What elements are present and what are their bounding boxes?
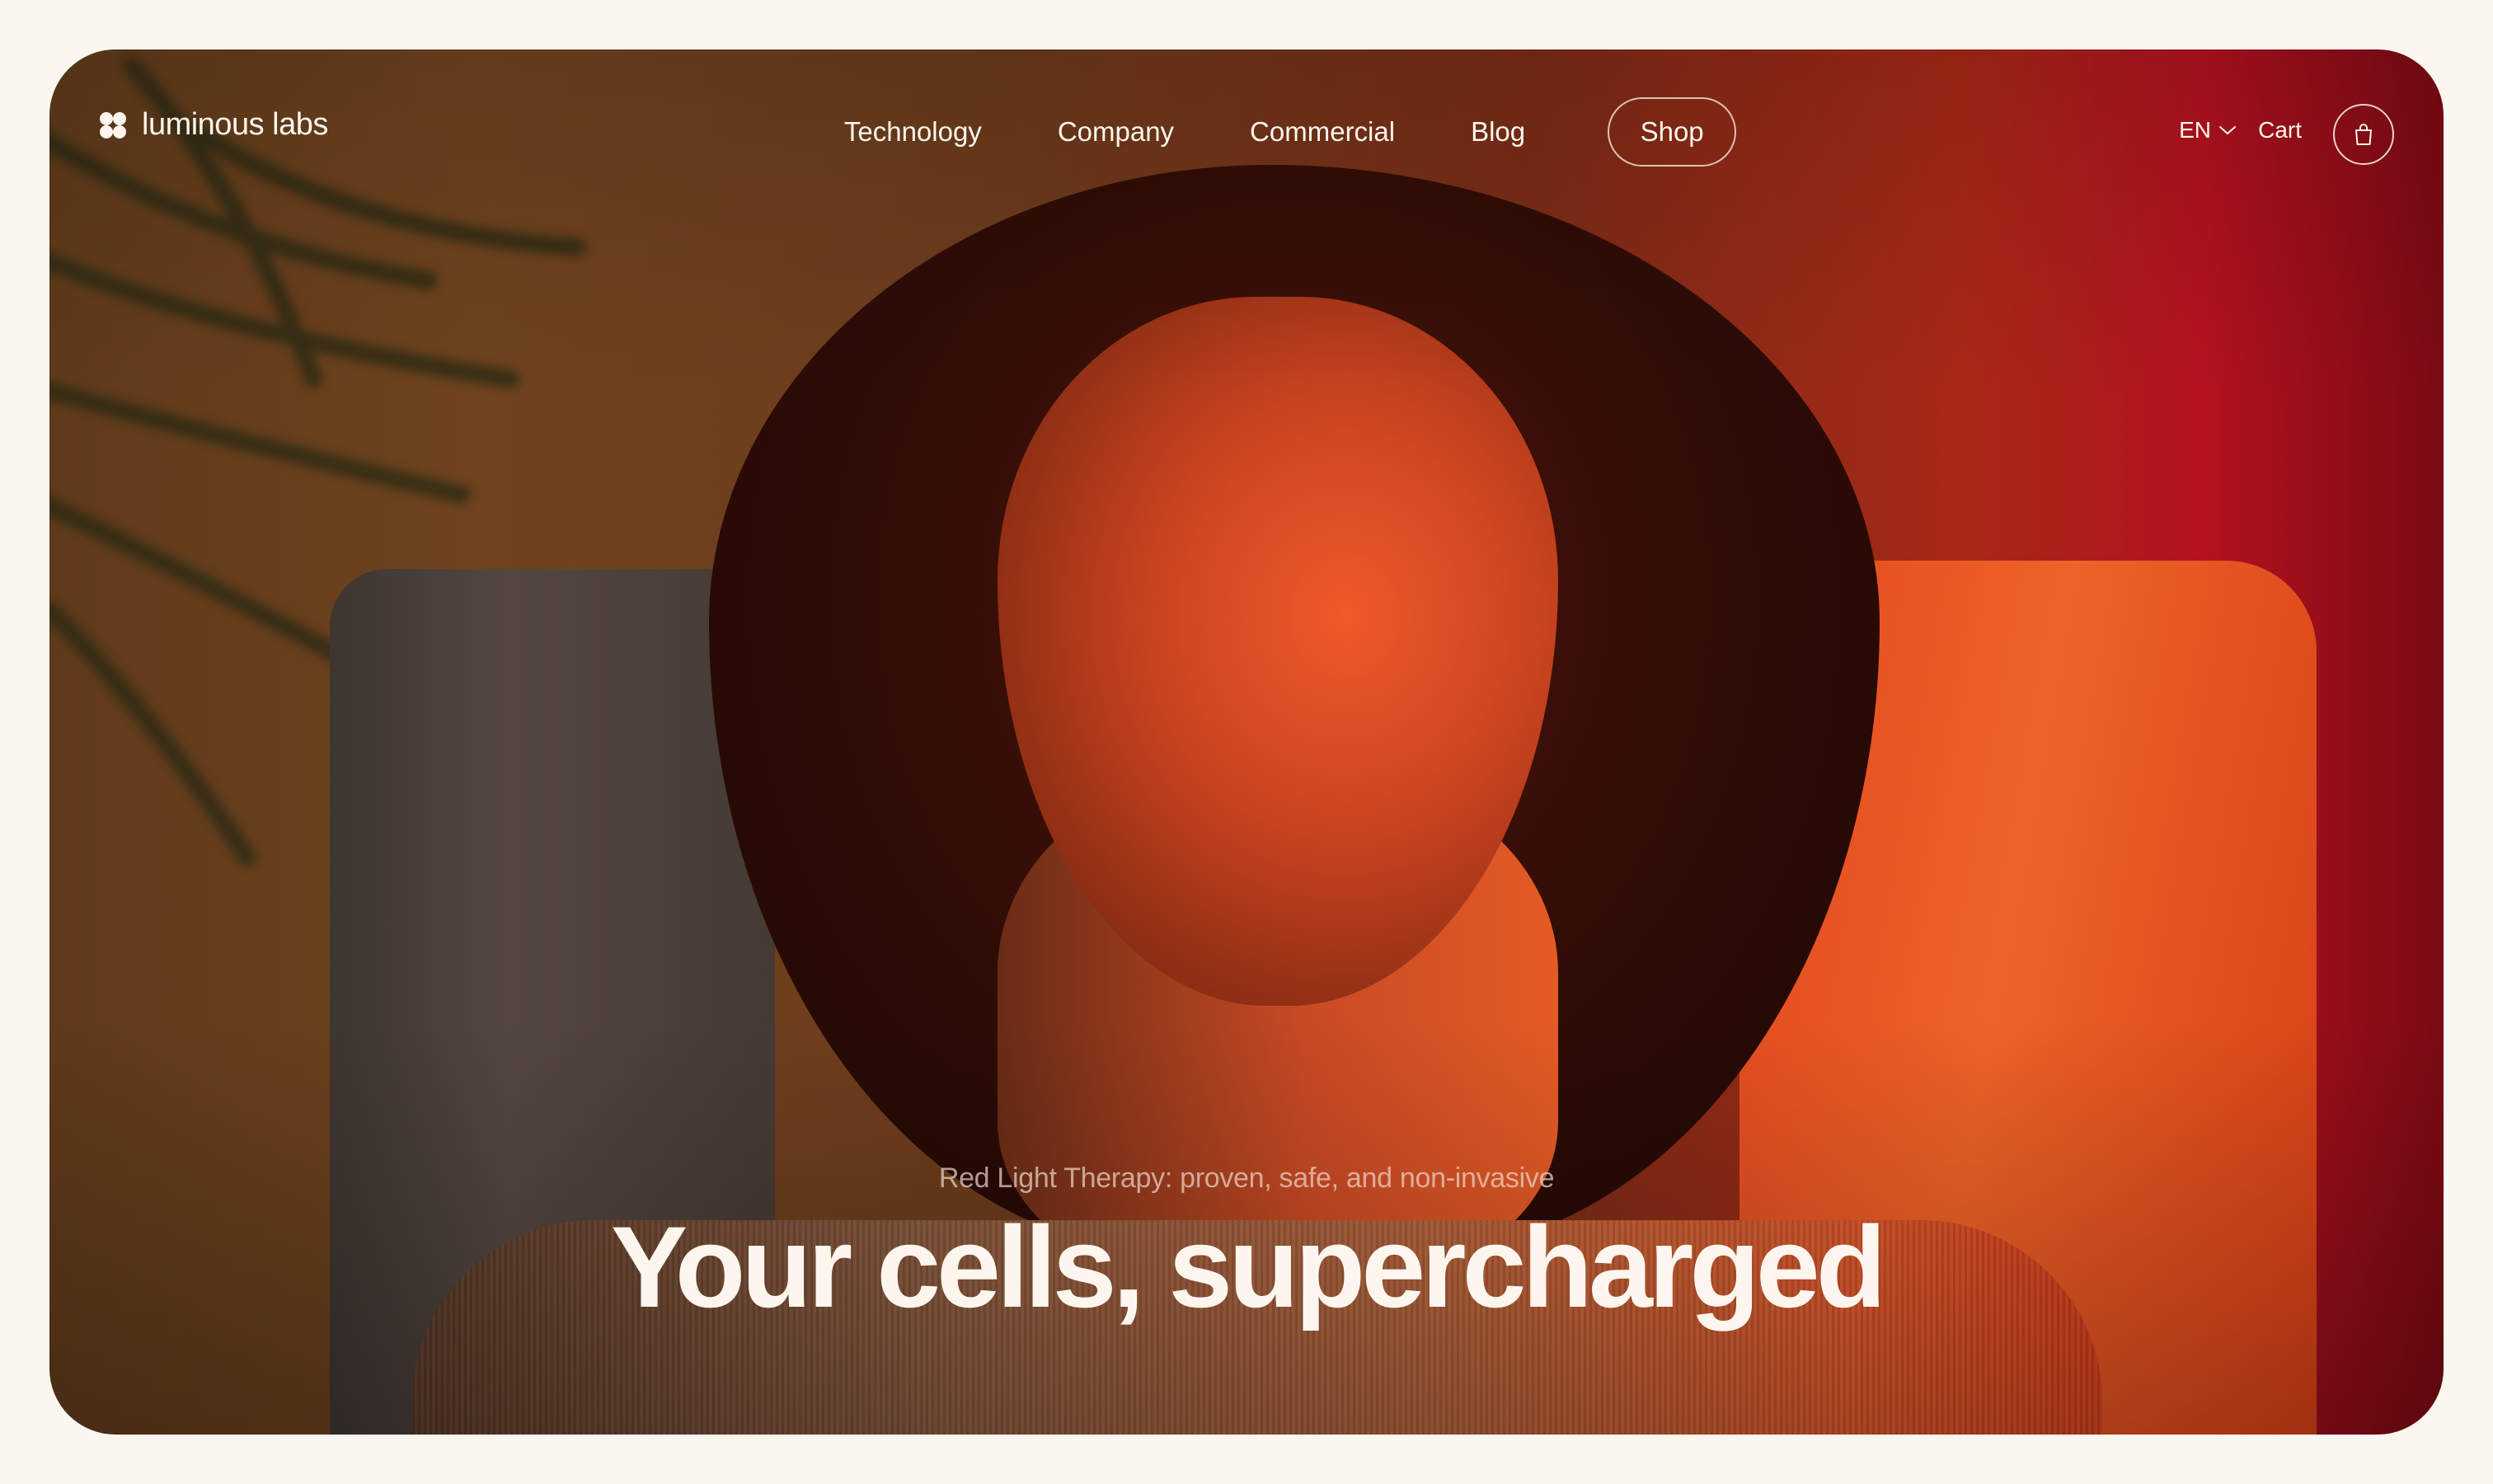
shopping-bag-icon bbox=[2355, 124, 2372, 145]
cart-link[interactable]: Cart bbox=[2258, 117, 2302, 143]
chevron-down-icon bbox=[2219, 126, 2236, 135]
nav-link-company[interactable]: Company bbox=[1020, 116, 1212, 148]
nav-link-blog[interactable]: Blog bbox=[1433, 116, 1563, 148]
main-nav: Technology Company Commercial Blog Shop bbox=[49, 97, 2444, 167]
cart-button[interactable] bbox=[2333, 104, 2394, 165]
language-label: EN bbox=[2179, 117, 2211, 143]
hero-section: luminous labs Technology Company Commerc… bbox=[49, 49, 2444, 1435]
nav-links: Technology Company Commercial Blog bbox=[806, 116, 1563, 148]
nav-link-commercial[interactable]: Commercial bbox=[1212, 116, 1433, 148]
hero-headline: Your cells, supercharged bbox=[610, 1202, 1886, 1331]
shop-button[interactable]: Shop bbox=[1608, 97, 1737, 167]
language-selector[interactable]: EN bbox=[2179, 117, 2237, 143]
nav-link-technology[interactable]: Technology bbox=[806, 116, 1020, 148]
hero-subtitle: Red Light Therapy: proven, safe, and non… bbox=[938, 1162, 1555, 1194]
